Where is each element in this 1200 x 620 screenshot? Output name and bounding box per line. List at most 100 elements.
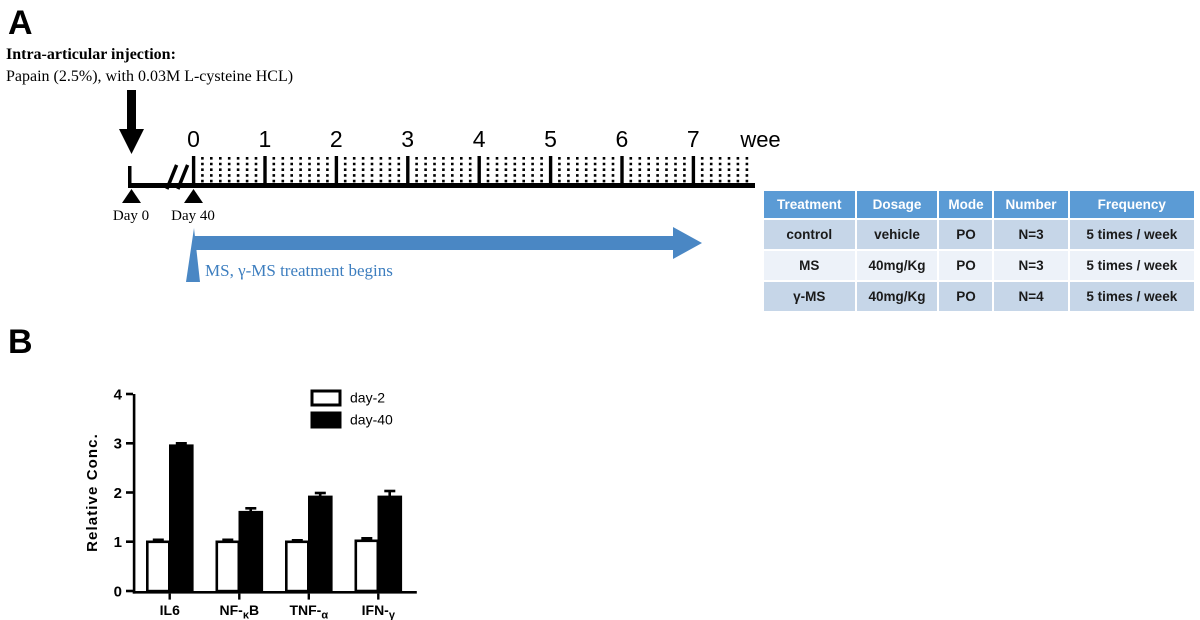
- cell-mode: PO: [939, 251, 993, 280]
- error-bar-cap: [291, 539, 303, 542]
- cell-dosage: 40mg/Kg: [856, 251, 938, 280]
- panel-b-label: B: [8, 323, 33, 361]
- error-bar-cap: [314, 491, 326, 495]
- cell-frequency: 5 times / week: [1069, 282, 1194, 311]
- treatment-arrow-head-icon: [673, 227, 702, 259]
- legend-label-day-2: day-2: [350, 390, 385, 406]
- cell-dosage: 40mg/Kg: [856, 282, 938, 311]
- cell-treatment: MS: [764, 251, 855, 280]
- treatment-arrow: MS, γ-MS treatment begins: [186, 227, 702, 282]
- timeline-axis: [128, 183, 755, 188]
- timeline-major-tick: [406, 156, 410, 183]
- injection-title: Intra-articular injection:: [6, 46, 176, 63]
- bar-NFB-day-2: [215, 540, 241, 593]
- panel-a-label: A: [8, 4, 33, 42]
- legend-swatch-day-40: [310, 411, 342, 429]
- x-axis-category-label: IFN-γ: [362, 602, 396, 620]
- legend-label-day-40: day-40: [350, 412, 393, 428]
- cell-frequency: 5 times / week: [1069, 251, 1194, 280]
- timeline-major-tick: [620, 156, 624, 183]
- injection-caption: Intra-articular injection: Papain (2.5%)…: [6, 44, 293, 87]
- timeline-major-tick: [548, 156, 553, 183]
- timeline-week-label: 4: [473, 126, 486, 152]
- error-bar-cap: [361, 537, 373, 540]
- injection-detail: Papain (2.5%), with 0.03M L-cysteine HCL…: [6, 67, 294, 85]
- timeline-ticks: [191, 156, 749, 183]
- timeline-major-tick: [477, 156, 481, 183]
- y-axis-tick: [126, 392, 133, 396]
- figure-canvas: A B Intra-articular injection: Papain (2…: [0, 0, 1200, 620]
- cell-frequency: 5 times / week: [1069, 220, 1194, 249]
- table-row: γ-MS 40mg/Kg PO N=4 5 times / week: [764, 282, 1194, 311]
- y-axis-tick-label: 0: [114, 583, 122, 600]
- error-bar-cap: [384, 489, 396, 493]
- bar-TNF-day-40: [308, 495, 333, 593]
- day0-triangle-icon: [122, 189, 141, 203]
- y-axis-tick-label: 4: [114, 386, 123, 403]
- day0-marker: Day 0: [113, 189, 149, 224]
- bar-IL6-day-40: [169, 444, 194, 593]
- y-axis-tick: [126, 491, 133, 494]
- cell-dosage: vehicle: [856, 220, 938, 249]
- timeline-major-tick: [334, 156, 339, 183]
- cell-number: N=4: [994, 282, 1068, 311]
- table-header-row: Treatment Dosage Mode Number Frequency: [764, 191, 1194, 218]
- timeline-week-label: 2: [330, 126, 343, 152]
- col-header-number: Number: [994, 191, 1068, 218]
- timeline-major-tick: [191, 156, 196, 183]
- bar-TNF-day-2: [285, 540, 310, 593]
- timeline-week-label: 1: [259, 126, 272, 152]
- cell-mode: PO: [939, 220, 993, 249]
- error-bar-cap: [222, 538, 234, 542]
- x-axis-category-label: NF-κB: [220, 602, 260, 620]
- error-bar-cap: [245, 507, 257, 510]
- bar-IFN-day-40: [377, 495, 403, 593]
- x-axis-tick: [377, 593, 380, 600]
- day40-label: Day 40: [171, 208, 215, 224]
- timeline-week-label: 3: [401, 126, 414, 152]
- bar-IFN-day-2: [354, 539, 380, 593]
- x-axis-tick: [238, 593, 241, 600]
- treatment-arrow-shaft: [194, 236, 675, 250]
- cell-treatment: control: [764, 220, 855, 249]
- timeline-major-tick: [691, 156, 696, 183]
- day0-tick: [128, 166, 132, 184]
- day40-triangle-icon: [184, 189, 203, 203]
- x-axis-category-label: TNF-α: [289, 602, 328, 620]
- col-header-mode: Mode: [939, 191, 993, 218]
- day0-label: Day 0: [113, 208, 149, 224]
- x-axis-tick: [168, 593, 171, 600]
- bar-IL6-day-2: [146, 540, 171, 593]
- y-axis-tick: [126, 442, 133, 445]
- cell-mode: PO: [939, 282, 993, 311]
- col-header-treatment: Treatment: [764, 191, 855, 218]
- error-bar-cap: [152, 538, 164, 542]
- treatment-table: Treatment Dosage Mode Number Frequency c…: [762, 189, 1196, 313]
- y-axis-line: [132, 394, 136, 594]
- legend-swatch-day-2: [310, 389, 342, 407]
- timeline-week-label: 7: [687, 126, 700, 152]
- y-axis-title: Relative Conc.: [84, 433, 101, 552]
- y-axis-tick-label: 1: [114, 534, 122, 551]
- bar-NFB-day-40: [238, 510, 264, 593]
- cell-number: N=3: [994, 251, 1068, 280]
- y-axis-tick: [126, 589, 133, 593]
- timeline-week-label: 6: [616, 126, 629, 152]
- y-axis-tick-label: 3: [114, 436, 122, 453]
- timeline-week-label: 0: [187, 126, 200, 152]
- day40-marker: Day 40: [171, 189, 215, 224]
- x-axis-category-label: IL6: [160, 602, 180, 618]
- error-bar-cap: [175, 442, 187, 445]
- col-header-frequency: Frequency: [1069, 191, 1194, 218]
- timeline-diagram: 0 1 2 3 4 5 6 7 week Day 0 Day 40 MS, γ-MS trea…: [113, 90, 780, 282]
- timeline-week-label: 5: [544, 126, 557, 152]
- cell-treatment: γ-MS: [764, 282, 855, 311]
- table-row: MS 40mg/Kg PO N=3 5 times / week: [764, 251, 1194, 280]
- injection-arrow-icon: [119, 90, 144, 154]
- treatment-arrow-caption: MS, γ-MS treatment begins: [205, 261, 393, 280]
- y-axis-tick-label: 2: [114, 485, 122, 502]
- cell-number: N=3: [994, 220, 1068, 249]
- timeline-major-tick: [263, 156, 267, 183]
- y-axis-tick: [126, 540, 133, 543]
- timeline-unit-label: week: [739, 127, 780, 152]
